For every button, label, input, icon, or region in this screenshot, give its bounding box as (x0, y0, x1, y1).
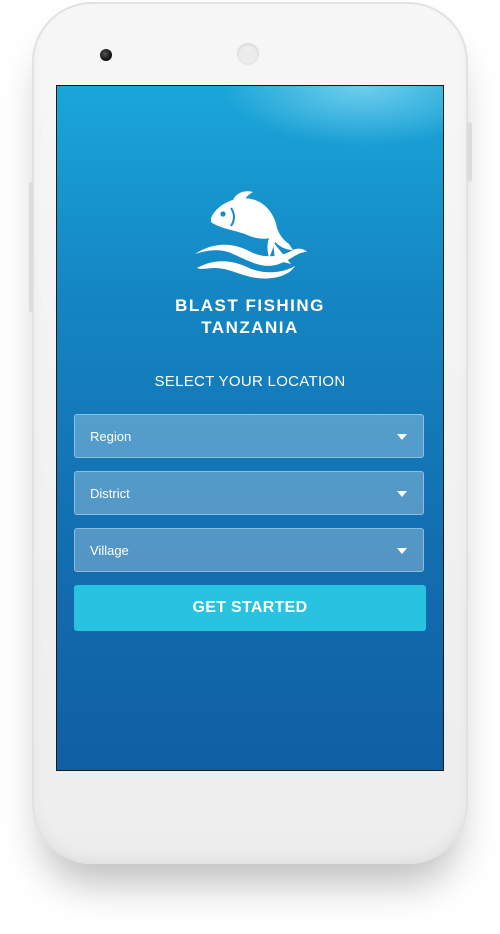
region-select-label: Region (90, 429, 132, 444)
village-select[interactable]: Village (74, 528, 424, 572)
earpiece-speaker (237, 43, 259, 65)
brand-title-line2: TANZANIA (201, 318, 299, 337)
chevron-down-icon (397, 491, 407, 497)
front-camera (100, 49, 112, 61)
brand-title-line1: BLAST FISHING (175, 296, 325, 315)
location-heading: SELECT YOUR LOCATION (154, 373, 346, 390)
district-select-label: District (90, 486, 130, 501)
district-select[interactable]: District (74, 471, 424, 515)
get-started-button[interactable]: GET STARTED (74, 585, 426, 631)
volume-button (29, 182, 33, 312)
power-button (467, 122, 472, 182)
region-select[interactable]: Region (74, 414, 424, 458)
chevron-down-icon (397, 434, 407, 440)
app-screen: BLAST FISHING TANZANIA SELECT YOUR LOCAT… (57, 86, 443, 770)
village-select-label: Village (90, 543, 129, 558)
chevron-down-icon (397, 548, 407, 554)
fish-wave-icon (195, 191, 307, 279)
